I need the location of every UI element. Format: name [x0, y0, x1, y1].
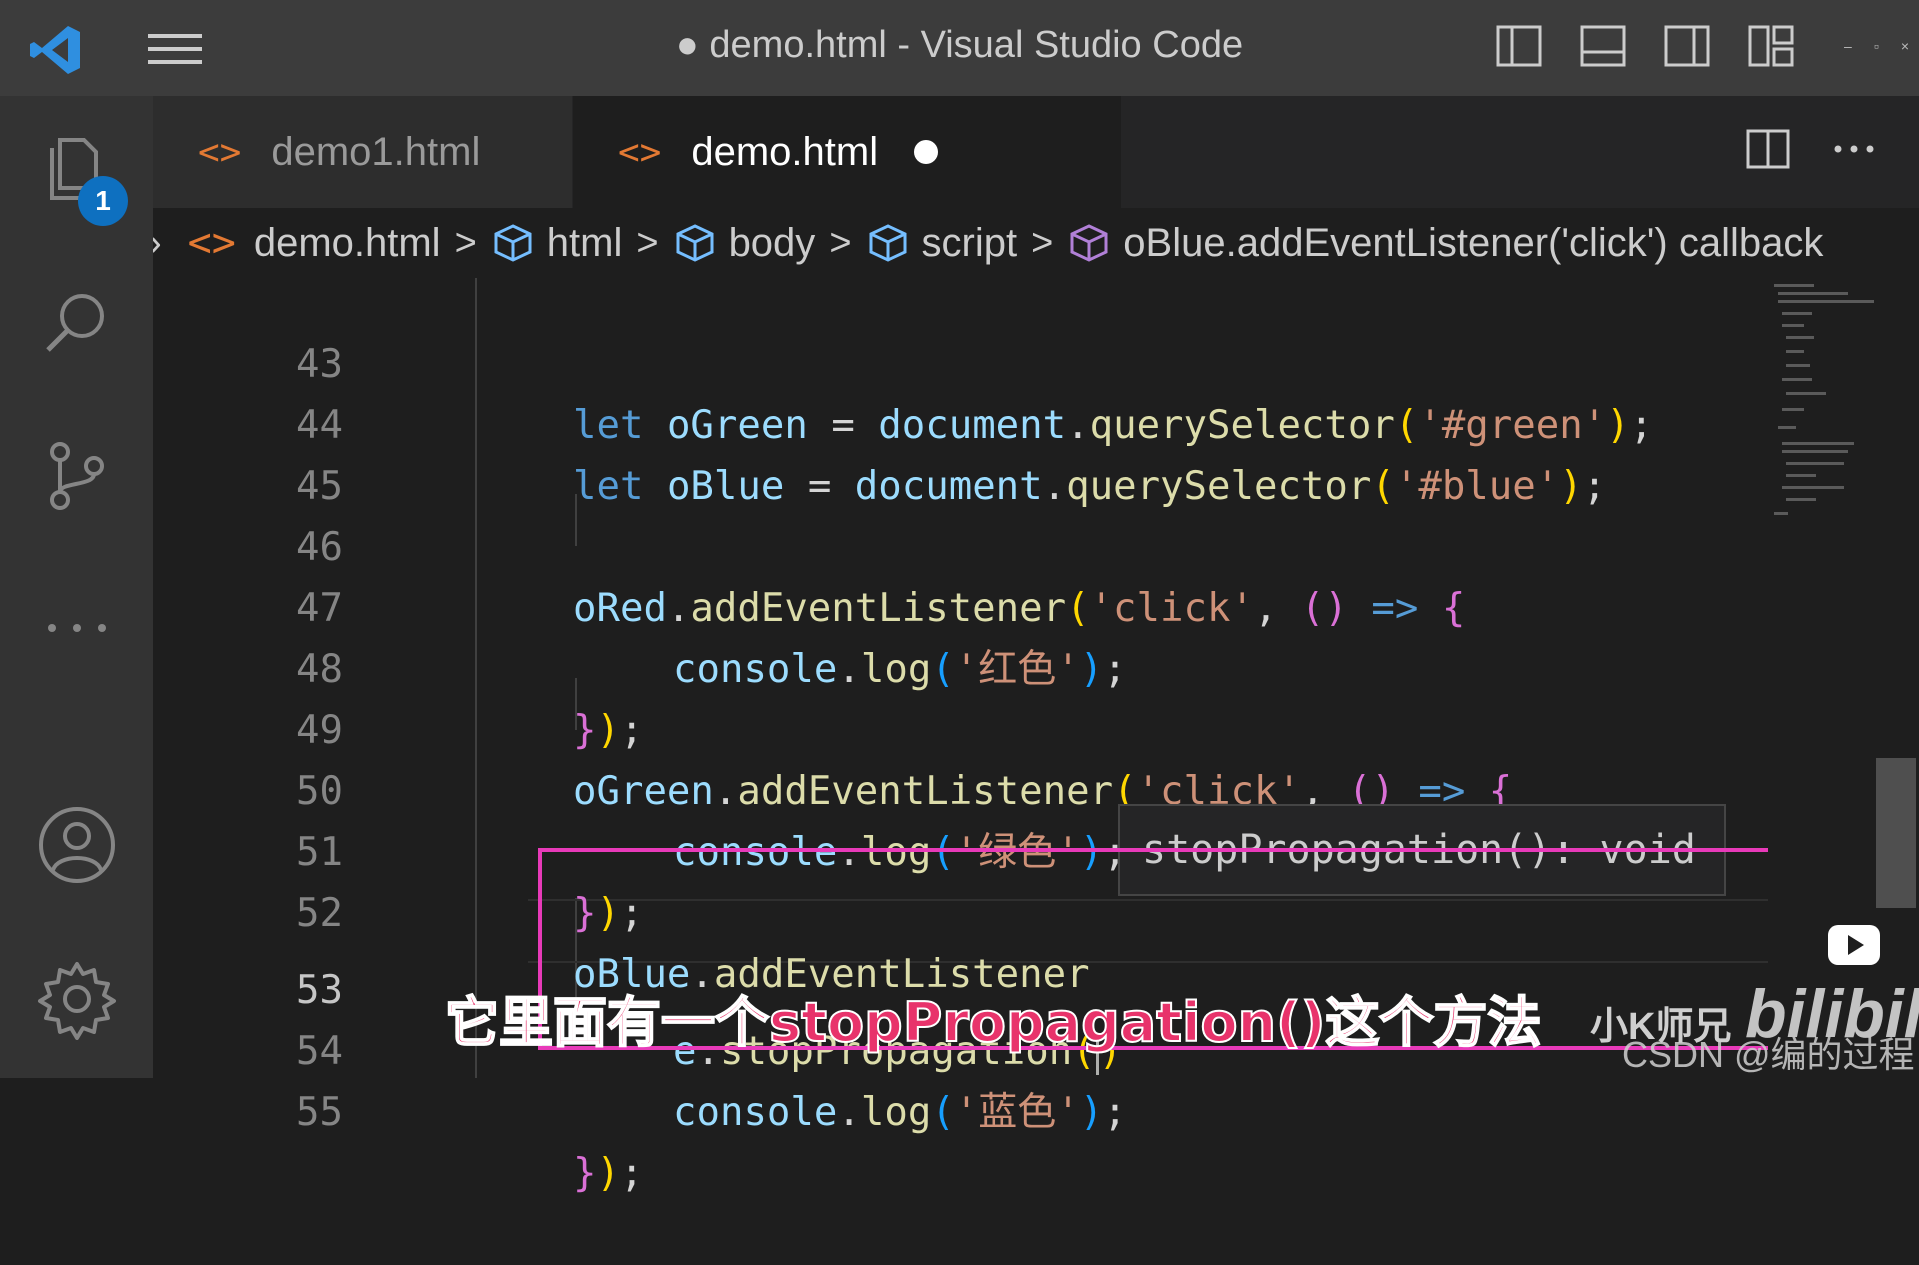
minimap-line	[1786, 392, 1826, 395]
minimap-line	[1782, 312, 1812, 315]
code-line: 43 let oGreen = document.querySelector('…	[153, 273, 1743, 448]
minimap-line	[1786, 462, 1844, 465]
unsaved-dot-icon[interactable]	[914, 140, 939, 164]
csdn-watermark: CSDN @编的过程	[1622, 1034, 1915, 1075]
minimap-line	[1782, 450, 1848, 453]
breadcrumb-item-body[interactable]: body	[729, 221, 816, 266]
minimap-line	[1778, 292, 1848, 295]
minimize-button[interactable]: –	[1844, 38, 1852, 54]
title-bar: ● demo.html - Visual Studio Code – ▫ ×	[0, 0, 1919, 96]
close-button[interactable]: ×	[1901, 38, 1909, 54]
toggle-secondary-sidebar-icon[interactable]	[1663, 22, 1711, 70]
ellipsis-icon	[48, 624, 106, 632]
minimap-line	[1782, 324, 1804, 327]
code-line: 50 console.log('绿色');	[153, 700, 1743, 875]
breadcrumb-item-script[interactable]: script	[922, 221, 1018, 266]
chevron-right-icon: >	[454, 221, 477, 264]
tab-label: demo1.html	[271, 129, 481, 174]
html-file-icon: <>	[187, 220, 236, 266]
minimap-line	[1778, 300, 1874, 303]
video-subtitle: 它里面有一个stopPropagation()这个方法	[444, 990, 1542, 1055]
code-line: 46 oRed.addEventListener('click', () => …	[153, 456, 1743, 631]
minimap-line	[1782, 378, 1812, 381]
minimap-line	[1786, 364, 1810, 367]
scrollbar-thumb[interactable]	[1876, 758, 1916, 908]
split-editor-icon[interactable]	[1745, 126, 1791, 172]
code-line: 45	[153, 395, 1743, 509]
editor-tab-bar: <> demo1.html <> demo.html	[153, 96, 1919, 208]
customize-layout-icon[interactable]	[1747, 22, 1795, 70]
minimap-line	[1774, 512, 1788, 515]
minimap-line	[1786, 474, 1816, 477]
layout-controls	[1495, 22, 1795, 74]
source-control-button[interactable]	[36, 434, 118, 516]
code-line: 48 });	[153, 578, 1743, 753]
minimap-line	[1782, 486, 1844, 489]
account-icon	[39, 807, 115, 883]
search-icon	[46, 294, 104, 352]
minimap-line	[1786, 498, 1816, 501]
window-controls: – ▫ ×	[1844, 38, 1909, 54]
symbol-element-icon	[491, 221, 535, 265]
minimap-line	[1786, 336, 1814, 339]
code-line: 49 oGreen.addEventListener('click', () =…	[153, 639, 1743, 814]
toggle-primary-sidebar-icon[interactable]	[1495, 22, 1543, 70]
chevron-right-icon: >	[636, 221, 659, 264]
search-button[interactable]	[36, 282, 118, 364]
breadcrumb-item-callback[interactable]: oBlue.addEventListener('click') callback	[1123, 221, 1823, 266]
maximize-button[interactable]: ▫	[1874, 38, 1879, 54]
html-file-icon: <>	[198, 131, 242, 173]
more-actions-icon[interactable]	[1831, 126, 1877, 172]
accounts-button[interactable]	[36, 804, 118, 886]
minimap-line	[1786, 350, 1804, 353]
breadcrumb-item-html[interactable]: html	[547, 221, 623, 266]
toggle-panel-icon[interactable]	[1579, 22, 1627, 70]
activity-bar: 1	[0, 96, 153, 1078]
source-control-icon	[50, 442, 104, 510]
settings-button[interactable]	[36, 958, 118, 1040]
breadcrumb-lead-chevron: ›	[153, 222, 162, 265]
chevron-right-icon: >	[829, 221, 852, 264]
editor-actions	[1745, 126, 1877, 172]
tab-demo1-html[interactable]: <> demo1.html	[153, 96, 572, 208]
html-file-icon: <>	[618, 131, 662, 173]
code-line: 44 let oBlue = document.querySelector('#…	[153, 334, 1743, 509]
symbol-method-icon	[1067, 221, 1111, 265]
code-line: 47 console.log('红色');	[153, 517, 1743, 692]
symbol-element-icon	[866, 221, 910, 265]
minimap-line	[1778, 426, 1796, 429]
line-number: 55	[296, 1090, 343, 1135]
breadcrumb: › <> demo.html > html > body > script > …	[153, 208, 1919, 278]
explorer-badge: 1	[78, 176, 128, 226]
more-views-button[interactable]	[36, 586, 118, 668]
video-play-icon	[1828, 925, 1880, 965]
vertical-scrollbar[interactable]	[1876, 278, 1916, 1078]
chevron-right-icon: >	[1031, 221, 1054, 264]
gear-icon	[38, 962, 116, 1040]
tab-demo-html[interactable]: <> demo.html	[573, 96, 1121, 208]
breadcrumb-item-file[interactable]: demo.html	[254, 221, 441, 266]
symbol-element-icon	[673, 221, 717, 265]
minimap-line	[1774, 284, 1814, 287]
minimap-line	[1782, 408, 1804, 411]
tab-label: demo.html	[691, 129, 879, 174]
minimap-line	[1782, 442, 1854, 445]
